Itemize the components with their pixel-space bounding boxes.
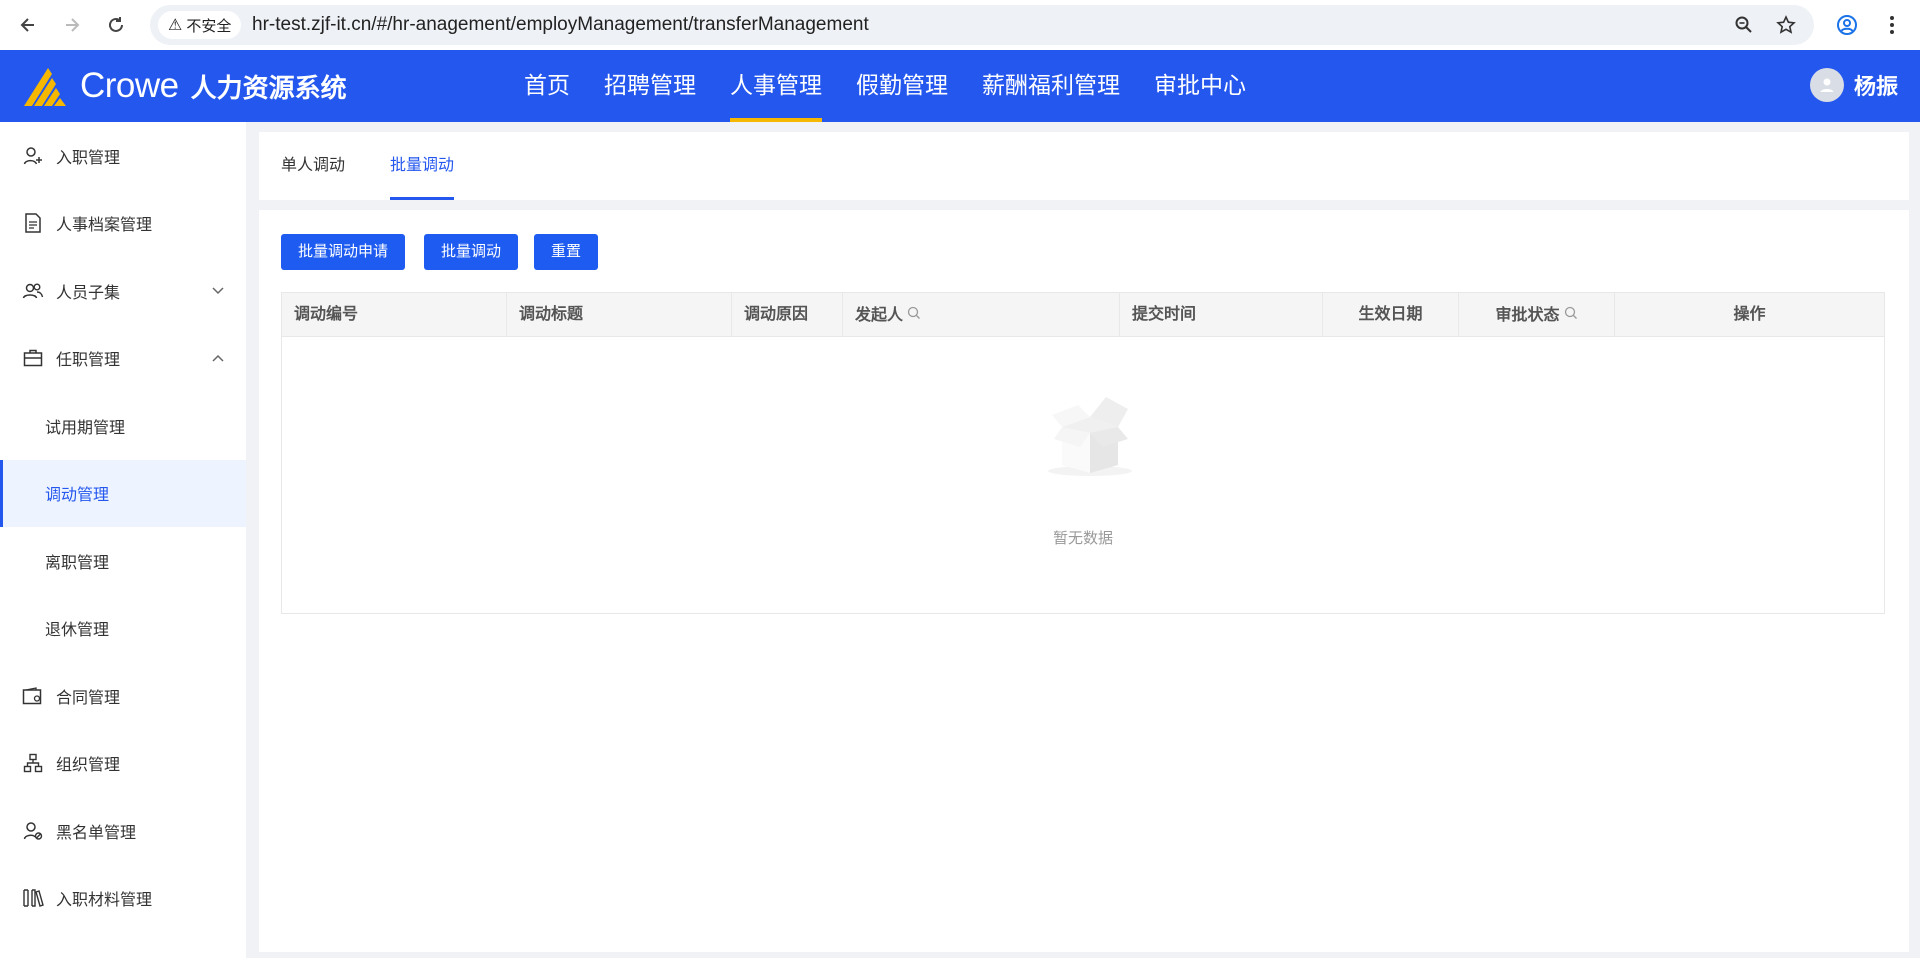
sidebar-item-label: 黑名单管理 [56, 824, 137, 842]
user-block-icon [22, 820, 44, 842]
browser-chrome: ⚠ 不安全 hr-test.zjf-it.cn/#/hr-anagement/e… [0, 0, 1920, 50]
empty-box-icon [1048, 397, 1132, 476]
nav-attendance[interactable]: 假勤管理 [856, 50, 948, 122]
user-menu[interactable]: 杨振 [1809, 68, 1898, 102]
nav-payroll[interactable]: 薪酬福利管理 [982, 50, 1120, 122]
address-bar[interactable]: ⚠ 不安全 hr-test.zjf-it.cn/#/hr-anagement/e… [150, 5, 1814, 45]
empty-state: 暂无数据 [282, 337, 1884, 613]
sidebar-item-label: 任职管理 [56, 352, 121, 370]
column-label: 审批状态 [1495, 307, 1560, 324]
sidebar-item-blacklist[interactable]: 黑名单管理 [0, 797, 246, 865]
main-panel: 批量调动申请 批量调动 重置 调动编号 调动标题 调动原因 发起人 提交时间 生… [259, 210, 1909, 952]
sidebar-item-label: 组织管理 [56, 757, 121, 775]
security-label: 不安全 [186, 17, 232, 35]
column-header-actions: 操作 [1615, 293, 1884, 337]
column-header-approval-status[interactable]: 审批状态 [1459, 293, 1615, 337]
top-nav: 首页 招聘管理 人事管理 假勤管理 薪酬福利管理 审批中心 [524, 50, 1280, 122]
tabs-bar: 单人调动 批量调动 [259, 132, 1909, 200]
logo[interactable]: Crowe 人力资源系统 [22, 64, 347, 108]
sidebar-item-onboarding[interactable]: 入职管理 [0, 122, 246, 190]
sidebar-item-resignation[interactable]: 离职管理 [0, 527, 246, 595]
column-label: 调动标题 [519, 306, 584, 323]
profile-icon[interactable] [1829, 7, 1865, 43]
column-header-effective-date[interactable]: 生效日期 [1323, 293, 1459, 337]
sidebar-item-label: 离职管理 [45, 554, 110, 572]
column-header-submit-time[interactable]: 提交时间 [1120, 293, 1323, 337]
sidebar-item-label: 人员子集 [56, 284, 121, 302]
sidebar-item-organization[interactable]: 组织管理 [0, 730, 246, 798]
nav-personnel[interactable]: 人事管理 [730, 50, 822, 122]
star-icon[interactable] [1772, 11, 1800, 39]
reload-icon[interactable] [98, 7, 134, 43]
batch-transfer-apply-button[interactable]: 批量调动申请 [281, 234, 406, 270]
column-header-transfer-title[interactable]: 调动标题 [507, 293, 732, 337]
back-icon[interactable] [10, 7, 46, 43]
sidebar-item-label: 合同管理 [56, 689, 121, 707]
avatar[interactable] [1809, 68, 1844, 102]
sidebar-item-probation[interactable]: 试用期管理 [0, 392, 246, 460]
nav-home[interactable]: 首页 [524, 50, 570, 122]
sidebar-item-contract[interactable]: 合同管理 [0, 662, 246, 730]
user-add-icon [22, 145, 44, 167]
sidebar-item-onboarding-materials[interactable]: 入职材料管理 [0, 865, 246, 933]
column-label: 提交时间 [1132, 306, 1197, 323]
reset-button[interactable]: 重置 [534, 234, 599, 270]
sidebar-item-label: 退休管理 [45, 622, 110, 640]
org-chart-icon [22, 752, 44, 774]
security-chip[interactable]: ⚠ 不安全 [158, 11, 242, 39]
books-icon [22, 887, 44, 909]
table-header: 调动编号 调动标题 调动原因 发起人 提交时间 生效日期 审批状态 操作 [282, 293, 1884, 337]
sidebar-item-label: 入职管理 [56, 149, 121, 167]
empty-text: 暂无数据 [1052, 530, 1113, 547]
sidebar-item-label: 人事档案管理 [56, 217, 153, 235]
column-header-transfer-reason[interactable]: 调动原因 [732, 293, 843, 337]
search-icon[interactable] [1564, 293, 1578, 337]
url-text[interactable]: hr-test.zjf-it.cn/#/hr-anagement/employM… [252, 5, 869, 45]
forward-icon[interactable] [54, 7, 90, 43]
kebab-menu-icon[interactable] [1874, 7, 1910, 43]
sidebar-item-label: 调动管理 [45, 487, 110, 505]
sidebar-item-personnel-subsets[interactable]: 人员子集 [0, 257, 246, 325]
crowe-logo-icon [24, 68, 66, 106]
brand-name: Crowe [80, 66, 179, 105]
app-header: Crowe 人力资源系统 首页 招聘管理 人事管理 假勤管理 薪酬福利管理 审批… [0, 50, 1920, 122]
wallet-icon [22, 685, 44, 707]
users-icon [22, 280, 44, 302]
chevron-down-icon [212, 284, 224, 298]
user-icon [1820, 78, 1834, 92]
sidebar-item-personnel-files[interactable]: 人事档案管理 [0, 190, 246, 258]
transfer-table: 调动编号 调动标题 调动原因 发起人 提交时间 生效日期 审批状态 操作 暂无数… [281, 292, 1885, 614]
sidebar-item-appointment[interactable]: 任职管理 [0, 325, 246, 393]
nav-recruitment[interactable]: 招聘管理 [604, 50, 696, 122]
sidebar-item-transfer[interactable]: 调动管理 [0, 459, 246, 527]
document-icon [22, 212, 44, 234]
tab-single-transfer[interactable]: 单人调动 [281, 132, 345, 200]
sidebar-item-label: 入职材料管理 [56, 892, 153, 910]
system-name: 人力资源系统 [190, 72, 347, 103]
column-header-initiator[interactable]: 发起人 [843, 293, 1120, 337]
batch-transfer-button[interactable]: 批量调动 [424, 234, 519, 270]
sidebar-item-label: 试用期管理 [45, 419, 126, 437]
sidebar: 入职管理 人事档案管理 人员子集 任职管理 试用期管理 调动管理 离职管理 退休… [0, 122, 246, 958]
column-label: 调动编号 [294, 306, 359, 323]
column-label: 发起人 [855, 307, 904, 324]
warning-icon: ⚠ [168, 17, 183, 34]
nav-approval[interactable]: 审批中心 [1154, 50, 1246, 122]
briefcase-icon [22, 347, 44, 369]
search-icon[interactable] [907, 293, 921, 337]
sidebar-item-retirement[interactable]: 退休管理 [0, 595, 246, 663]
column-header-transfer-no[interactable]: 调动编号 [282, 293, 507, 337]
column-label: 操作 [1733, 306, 1766, 323]
column-label: 生效日期 [1358, 306, 1423, 323]
column-label: 调动原因 [744, 306, 809, 323]
zoom-icon[interactable] [1730, 11, 1758, 39]
chevron-up-icon [212, 351, 224, 365]
tab-batch-transfer[interactable]: 批量调动 [390, 132, 455, 200]
user-name: 杨振 [1853, 74, 1898, 99]
